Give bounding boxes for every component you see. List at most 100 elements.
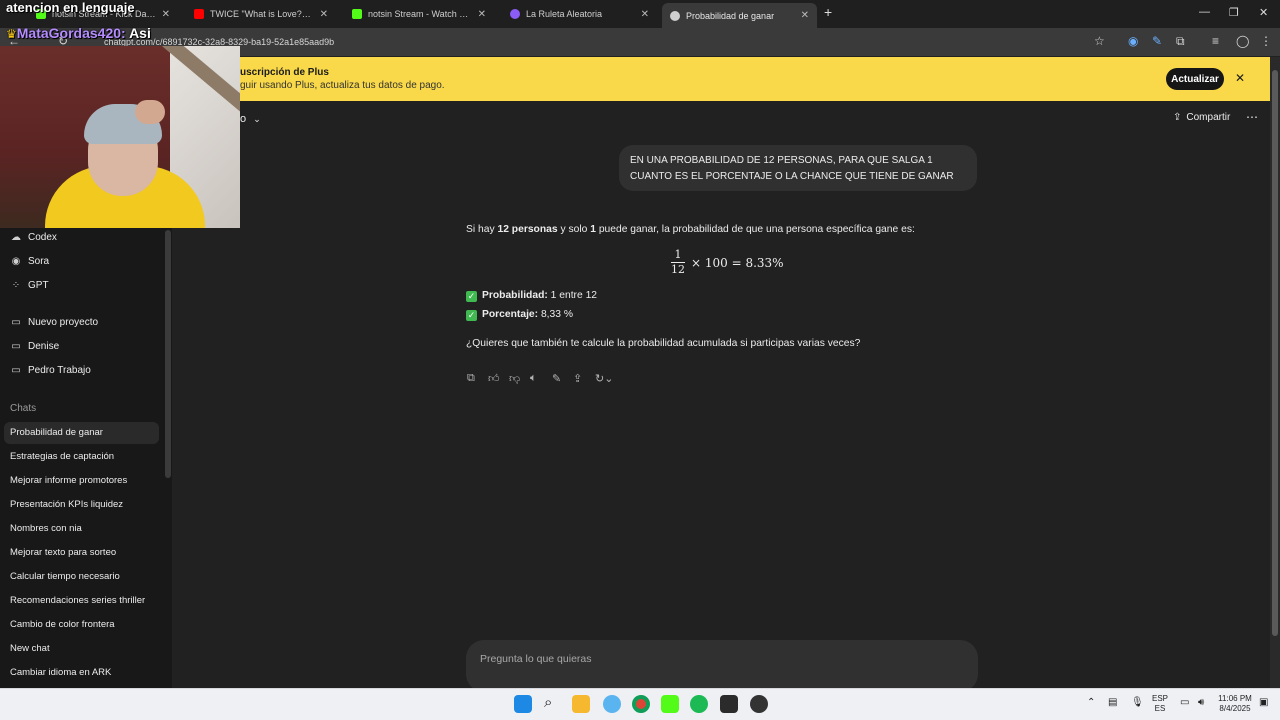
puzzle-icon[interactable]: ⧉	[1176, 34, 1185, 49]
chatgpt-icon	[670, 10, 680, 21]
close-tab-icon[interactable]: ✕	[162, 9, 170, 20]
media-icon[interactable]: ≡	[1212, 34, 1219, 48]
regenerate-icon[interactable]: ↻⌄	[595, 372, 613, 385]
user-message-bubble: EN UNA PROBABILIDAD DE 12 PERSONAS, PARA…	[619, 145, 977, 191]
chat-item[interactable]: Calcular tiempo necesario	[10, 571, 120, 582]
volume-icon[interactable]: 🔊︎	[1198, 697, 1204, 708]
display-icon[interactable]: ▭	[1180, 697, 1189, 708]
chat-item[interactable]: Probabilidad de ganar	[10, 427, 103, 438]
update-button[interactable]: Actualizar	[1166, 68, 1224, 90]
chat-item[interactable]: Presentación KPIs liquidez	[10, 499, 123, 510]
close-tab-icon[interactable]: ✕	[478, 9, 486, 20]
edit-icon[interactable]: ✎	[552, 372, 561, 385]
webcam-person-hand	[135, 100, 165, 124]
edge-icon[interactable]	[603, 695, 621, 713]
share-icon: ⇪	[1173, 112, 1182, 123]
bookmark-star-icon[interactable]: ☆	[1094, 34, 1105, 48]
read-aloud-icon[interactable]: 🔈︎	[530, 372, 537, 385]
thumbs-up-icon[interactable]: 👍︎	[488, 372, 500, 385]
kick-icon	[352, 9, 362, 19]
bullet-percentage: ✓ Porcentaje: 8,33 %	[466, 309, 574, 321]
grid-icon: ⁘	[11, 280, 21, 291]
composer-placeholder[interactable]: Pregunta lo que quieras	[480, 653, 592, 665]
close-tab-icon[interactable]: ✕	[641, 9, 649, 20]
close-window-icon[interactable]: ✕	[1259, 6, 1268, 19]
close-tab-icon[interactable]: ✕	[801, 10, 809, 21]
sidebar-scrollbar[interactable]	[165, 230, 171, 478]
banner-title: uscripción de Plus	[240, 67, 329, 78]
check-icon: ✓	[466, 310, 477, 321]
tab-ruleta[interactable]: La Ruleta Aleatoria ✕	[502, 4, 657, 24]
chat-item[interactable]: Mejorar informe promotores	[10, 475, 127, 486]
new-tab-icon[interactable]: +	[824, 4, 832, 20]
cloud-icon: ☁	[11, 232, 21, 243]
user-message-line: CUANTO ES EL PORCENTAJE O LA CHANCE QUE …	[630, 171, 954, 182]
chevron-up-icon[interactable]: ⌃	[1087, 697, 1095, 708]
tab-kick-watch[interactable]: notsin Stream - Watch Live on Kick ✕	[344, 4, 494, 24]
kick-app-icon[interactable]	[661, 695, 679, 713]
model-selector[interactable]: o ⌄	[240, 113, 261, 125]
stream-chat-message: ♛MataGordas420: Asi	[6, 25, 151, 41]
notifications-icon[interactable]: ▣	[1259, 697, 1268, 708]
close-banner-icon[interactable]: ✕	[1235, 71, 1245, 85]
sidebar-item-sora[interactable]: ◉ Sora	[10, 256, 50, 267]
chat-item[interactable]: Cambiar idioma en ARK	[10, 667, 111, 678]
play-circle-icon: ◉	[11, 256, 21, 267]
maximize-icon[interactable]: ❐	[1229, 6, 1239, 19]
stream-overlay-text: atencion en lenguaje	[6, 0, 135, 15]
bullet-probability: ✓ Probabilidad: 1 entre 12	[466, 290, 598, 302]
user-message-line: EN UNA PROBABILIDAD DE 12 PERSONAS, PARA…	[630, 155, 933, 166]
sidebar-item-project-denise[interactable]: ▭ Denise	[10, 341, 59, 352]
chat-item[interactable]: Nombres con nia	[10, 523, 82, 534]
probability-formula: 1 12 × 100 = 8.33%	[671, 248, 784, 276]
terminal-icon[interactable]	[720, 695, 738, 713]
language-indicator[interactable]: ESP ES	[1152, 694, 1168, 714]
chat-item[interactable]: Estrategias de captación	[10, 451, 114, 462]
message-composer[interactable]	[466, 640, 978, 692]
main-scrollbar-thumb[interactable]	[1272, 70, 1278, 636]
more-options-icon[interactable]: ⋯	[1246, 110, 1258, 124]
windows-start-icon[interactable]	[514, 695, 532, 713]
folder-icon: ▭	[11, 341, 21, 352]
chevron-down-icon: ⌄	[253, 114, 261, 124]
answer-intro: Si hay 12 personas y solo 1 puede ganar,…	[466, 224, 915, 235]
copy-icon[interactable]: ⧉	[467, 372, 475, 385]
network-icon[interactable]: ▤	[1108, 697, 1117, 708]
folder-plus-icon: ▭	[11, 317, 21, 328]
youtube-icon	[194, 9, 204, 19]
clock[interactable]: 11:06 PM 8/4/2025	[1214, 694, 1256, 714]
banner-subtitle: guir usando Plus, actualiza tus datos de…	[240, 80, 445, 91]
extension-icon[interactable]: ◉	[1128, 34, 1138, 48]
minimize-icon[interactable]: —	[1199, 6, 1210, 18]
chat-item[interactable]: Recomendaciones series thriller	[10, 595, 145, 606]
file-explorer-icon[interactable]	[572, 695, 590, 713]
spotify-icon[interactable]	[690, 695, 708, 713]
sidebar-item-gpt[interactable]: ⁘ GPT	[10, 280, 49, 291]
chat-item[interactable]: Cambio de color frontera	[10, 619, 115, 630]
webcam-overlay	[0, 46, 240, 228]
close-tab-icon[interactable]: ✕	[320, 9, 328, 20]
menu-kebab-icon[interactable]: ⋮	[1260, 34, 1272, 48]
follow-up-question: ¿Quieres que también te calcule la proba…	[466, 338, 861, 349]
profile-icon[interactable]: ◯	[1236, 34, 1249, 48]
check-icon: ✓	[466, 291, 477, 302]
thumbs-down-icon[interactable]: 👎︎	[509, 372, 520, 385]
tab-youtube-twice[interactable]: TWICE "What is Love?" M/V ✕	[186, 4, 336, 24]
tab-probabilidad-active[interactable]: Probabilidad de ganar ✕	[662, 3, 817, 28]
folder-icon: ▭	[11, 365, 21, 376]
share-response-icon[interactable]: ⇪	[573, 372, 582, 385]
chats-section-label: Chats	[10, 403, 37, 414]
share-button[interactable]: ⇪ Compartir	[1173, 112, 1230, 123]
sidebar-item-project-pedro[interactable]: ▭ Pedro Trabajo	[10, 365, 91, 376]
sidebar-item-new-project[interactable]: ▭ Nuevo proyecto	[10, 317, 98, 328]
sidebar-item-codex[interactable]: ☁ Codex	[10, 232, 57, 243]
chat-item[interactable]: Mejorar texto para sorteo	[10, 547, 116, 558]
search-icon[interactable]: ⌕	[544, 694, 552, 711]
obs-icon[interactable]	[750, 695, 768, 713]
microphone-icon[interactable]: 🎙︎	[1131, 697, 1144, 708]
plus-subscription-banner	[240, 57, 1270, 101]
chat-item[interactable]: New chat	[10, 643, 50, 654]
fraction: 1 12	[671, 248, 685, 276]
translate-icon[interactable]: ✎	[1152, 34, 1162, 48]
chrome-icon[interactable]	[632, 695, 650, 713]
